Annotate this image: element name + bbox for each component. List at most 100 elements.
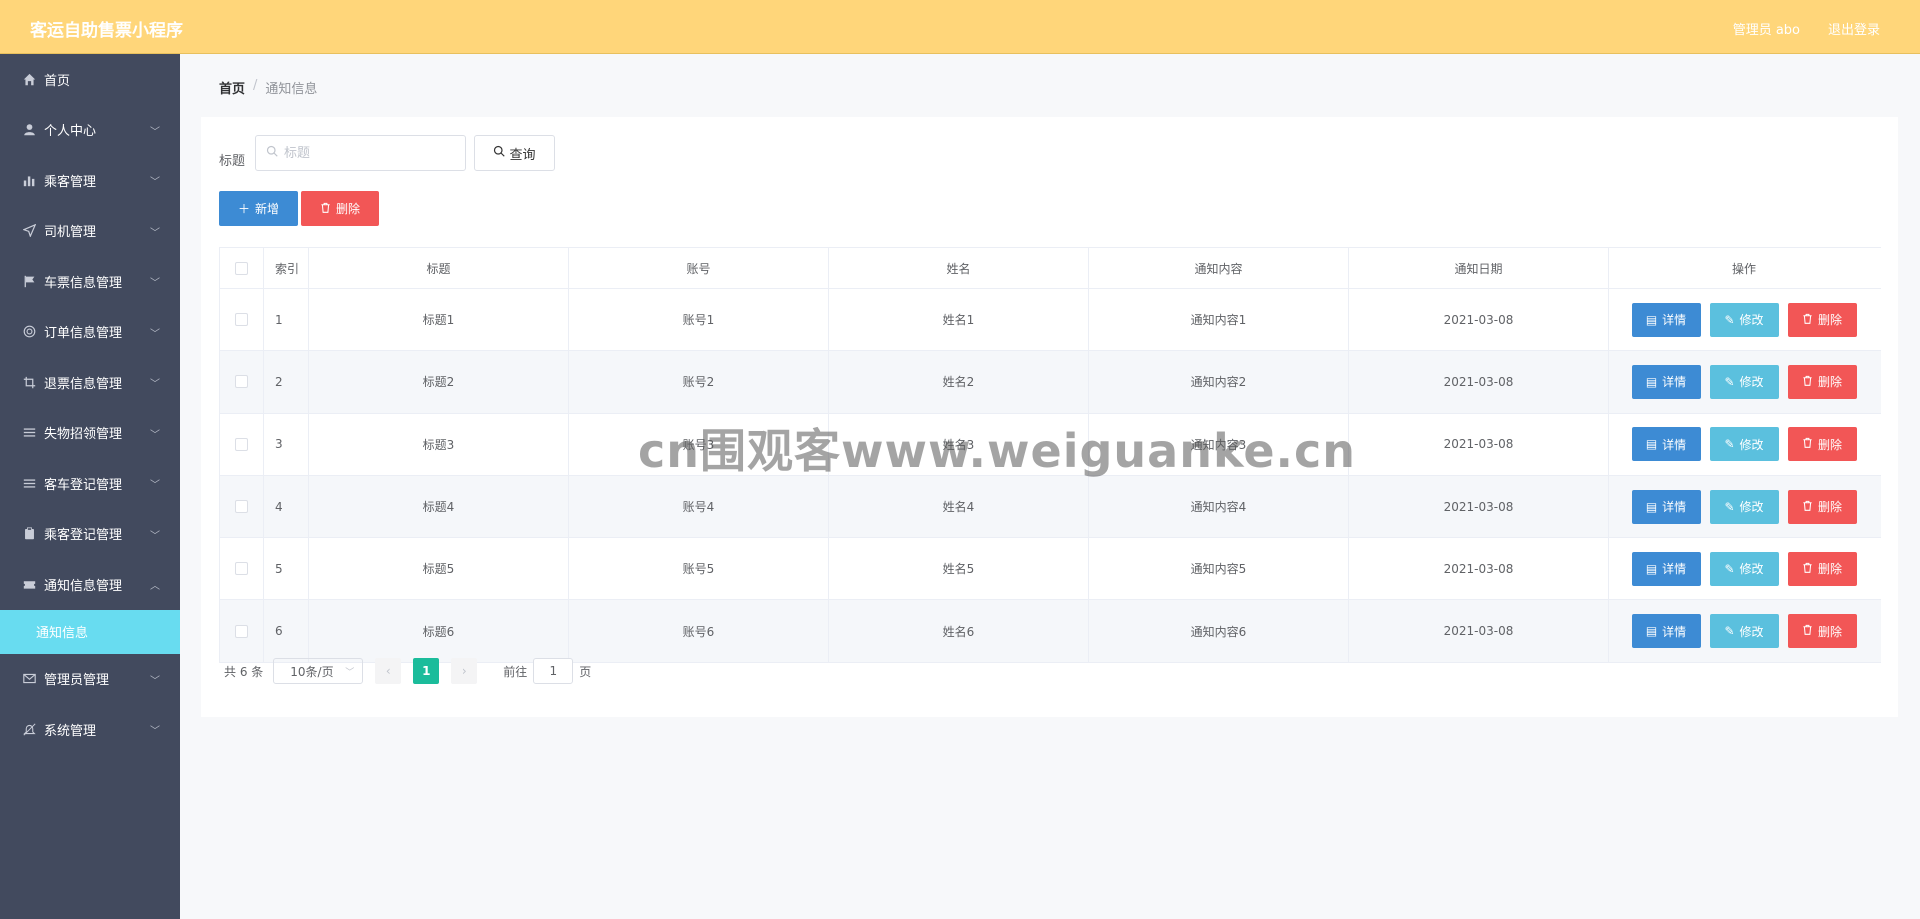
sidebar-item-label: 管理员管理: [44, 673, 110, 689]
detail-button[interactable]: ▤ 详情: [1631, 364, 1701, 399]
trash-icon: [1802, 313, 1813, 327]
detail-button[interactable]: ▤ 详情: [1631, 551, 1701, 586]
cell-name: 姓名6: [829, 600, 1089, 662]
row-checkbox-cell: [219, 475, 264, 538]
logout-link[interactable]: 退出登录: [1828, 19, 1880, 38]
cell-content: 通知内容3: [1089, 413, 1349, 475]
delete-button[interactable]: 删除: [1787, 364, 1857, 399]
cell-name: 姓名4: [829, 475, 1089, 538]
edit-button[interactable]: ✎ 修改: [1709, 614, 1779, 649]
edit-button[interactable]: ✎ 修改: [1709, 364, 1779, 399]
next-page-button[interactable]: ›: [451, 658, 478, 684]
delete-button[interactable]: 删除: [1787, 489, 1857, 524]
trash-icon: [1802, 500, 1813, 514]
edit-button[interactable]: ✎ 修改: [1709, 302, 1779, 337]
sidebar-item-passenger-mgmt[interactable]: 乘客管理 ﹀: [0, 155, 180, 206]
search-icon: [493, 145, 506, 161]
cell-title: 标题1: [309, 289, 569, 351]
cell-actions: ▤ 详情 ✎ 修改 删除: [1609, 351, 1879, 412]
cell-date: 2021-03-08: [1349, 289, 1609, 351]
sidebar-item-bus-registration[interactable]: 客车登记管理 ﹀: [0, 458, 180, 509]
current-user: 管理员 abo: [1732, 23, 1800, 38]
detail-label: 详情: [1662, 562, 1687, 577]
row-checkbox[interactable]: [235, 313, 248, 327]
header-checkbox-cell: [219, 248, 264, 288]
sidebar-item-driver-mgmt[interactable]: 司机管理 ﹀: [0, 206, 180, 257]
total-count: 共 6 条: [224, 664, 264, 679]
select-all-checkbox[interactable]: [235, 261, 248, 275]
add-button-label: 新增: [255, 202, 280, 216]
search-input[interactable]: [284, 145, 454, 161]
search-label: 标题: [219, 154, 246, 169]
row-checkbox[interactable]: [235, 562, 248, 576]
edit-button[interactable]: ✎ 修改: [1709, 489, 1779, 524]
page-number-current[interactable]: 1: [413, 658, 440, 684]
search-icon: [266, 145, 278, 161]
cell-account: 账号5: [569, 538, 829, 600]
sidebar-subitem-notice-info[interactable]: 通知信息: [0, 609, 180, 654]
search-field[interactable]: [255, 135, 466, 171]
sidebar-item-notice-mgmt[interactable]: 通知信息管理 ︿: [0, 559, 180, 610]
sidebar-item-refund-info[interactable]: 退票信息管理 ﹀: [0, 357, 180, 408]
delete-button[interactable]: 删除: [1787, 551, 1857, 586]
cell-content: 通知内容2: [1089, 351, 1349, 413]
chevron-down-icon: ﹀: [150, 480, 160, 491]
edit-button[interactable]: ✎ 修改: [1709, 551, 1779, 586]
trash-icon: [1802, 375, 1813, 389]
edit-button[interactable]: ✎ 修改: [1709, 427, 1779, 462]
pencil-icon: ✎: [1724, 437, 1735, 452]
row-checkbox[interactable]: [235, 375, 248, 389]
breadcrumb-home[interactable]: 首页: [219, 78, 245, 97]
pencil-icon: ✎: [1724, 312, 1735, 327]
cell-account: 账号4: [569, 475, 829, 538]
chevron-down-icon: ﹀: [150, 177, 160, 188]
sidebar-item-passenger-registration[interactable]: 乘客登记管理 ﹀: [0, 509, 180, 560]
goto-page-input[interactable]: [533, 658, 574, 684]
prev-page-button[interactable]: ‹: [375, 658, 402, 684]
content-card: 标题 查询 ＋ 新增 删除 索引 标题: [201, 117, 1898, 717]
detail-button[interactable]: ▤ 详情: [1631, 427, 1701, 462]
page-size-select[interactable]: 10条/页 ﹀: [273, 658, 364, 684]
document-icon: ▤: [1645, 561, 1658, 576]
detail-button[interactable]: ▤ 详情: [1631, 489, 1701, 524]
edit-label: 修改: [1739, 500, 1764, 515]
add-button[interactable]: ＋ 新增: [219, 191, 298, 226]
detail-button[interactable]: ▤ 详情: [1631, 302, 1701, 337]
row-checkbox[interactable]: [235, 437, 248, 451]
query-button[interactable]: 查询: [474, 135, 555, 171]
sidebar-item-admin-mgmt[interactable]: 管理员管理 ﹀: [0, 654, 180, 705]
cell-content: 通知内容4: [1089, 475, 1349, 538]
chevron-down-icon: ﹀: [150, 278, 160, 289]
cell-name: 姓名3: [829, 413, 1089, 475]
cell-index: 5: [264, 538, 309, 600]
detail-label: 详情: [1662, 313, 1687, 328]
pencil-icon: ✎: [1724, 374, 1735, 389]
sidebar-item-home[interactable]: 首页: [0, 54, 180, 105]
app-title: 客运自助售票小程序: [30, 21, 183, 41]
cell-actions: ▤ 详情 ✎ 修改 删除: [1609, 289, 1879, 350]
sidebar-item-order-info[interactable]: 订单信息管理 ﹀: [0, 307, 180, 358]
delete-button[interactable]: 删除: [1787, 427, 1857, 462]
detail-button[interactable]: ▤ 详情: [1631, 614, 1701, 649]
delete-button[interactable]: 删除: [1787, 302, 1857, 337]
sidebar-item-system-mgmt[interactable]: 系统管理 ﹀: [0, 704, 180, 755]
cell-date: 2021-03-08: [1349, 600, 1609, 662]
delete-button[interactable]: 删除: [1787, 614, 1857, 649]
sidebar-item-personal-center[interactable]: 个人中心 ﹀: [0, 105, 180, 156]
batch-delete-button[interactable]: 删除: [301, 191, 379, 226]
sidebar-item-ticket-info[interactable]: 车票信息管理 ﹀: [0, 256, 180, 307]
row-checkbox[interactable]: [235, 624, 248, 638]
table-row: 1 标题1 账号1 姓名1 通知内容1 2021-03-08 ▤ 详情 ✎ 修改 删…: [219, 289, 1881, 352]
bell-off-icon: [22, 722, 36, 736]
query-button-label: 查询: [509, 147, 536, 163]
delete-label: 删除: [1817, 500, 1842, 515]
row-checkbox[interactable]: [235, 500, 248, 514]
chevron-down-icon: ﹀: [150, 530, 160, 542]
sidebar-item-label: 客车登记管理: [44, 477, 123, 493]
cell-account: 账号1: [569, 289, 829, 351]
sidebar-item-lost-found[interactable]: 失物招领管理 ﹀: [0, 408, 180, 459]
cell-actions: ▤ 详情 ✎ 修改 删除: [1609, 600, 1879, 661]
cell-title: 标题4: [309, 475, 569, 538]
trash-icon: [320, 202, 331, 216]
cell-actions: ▤ 详情 ✎ 修改 删除: [1609, 476, 1879, 537]
